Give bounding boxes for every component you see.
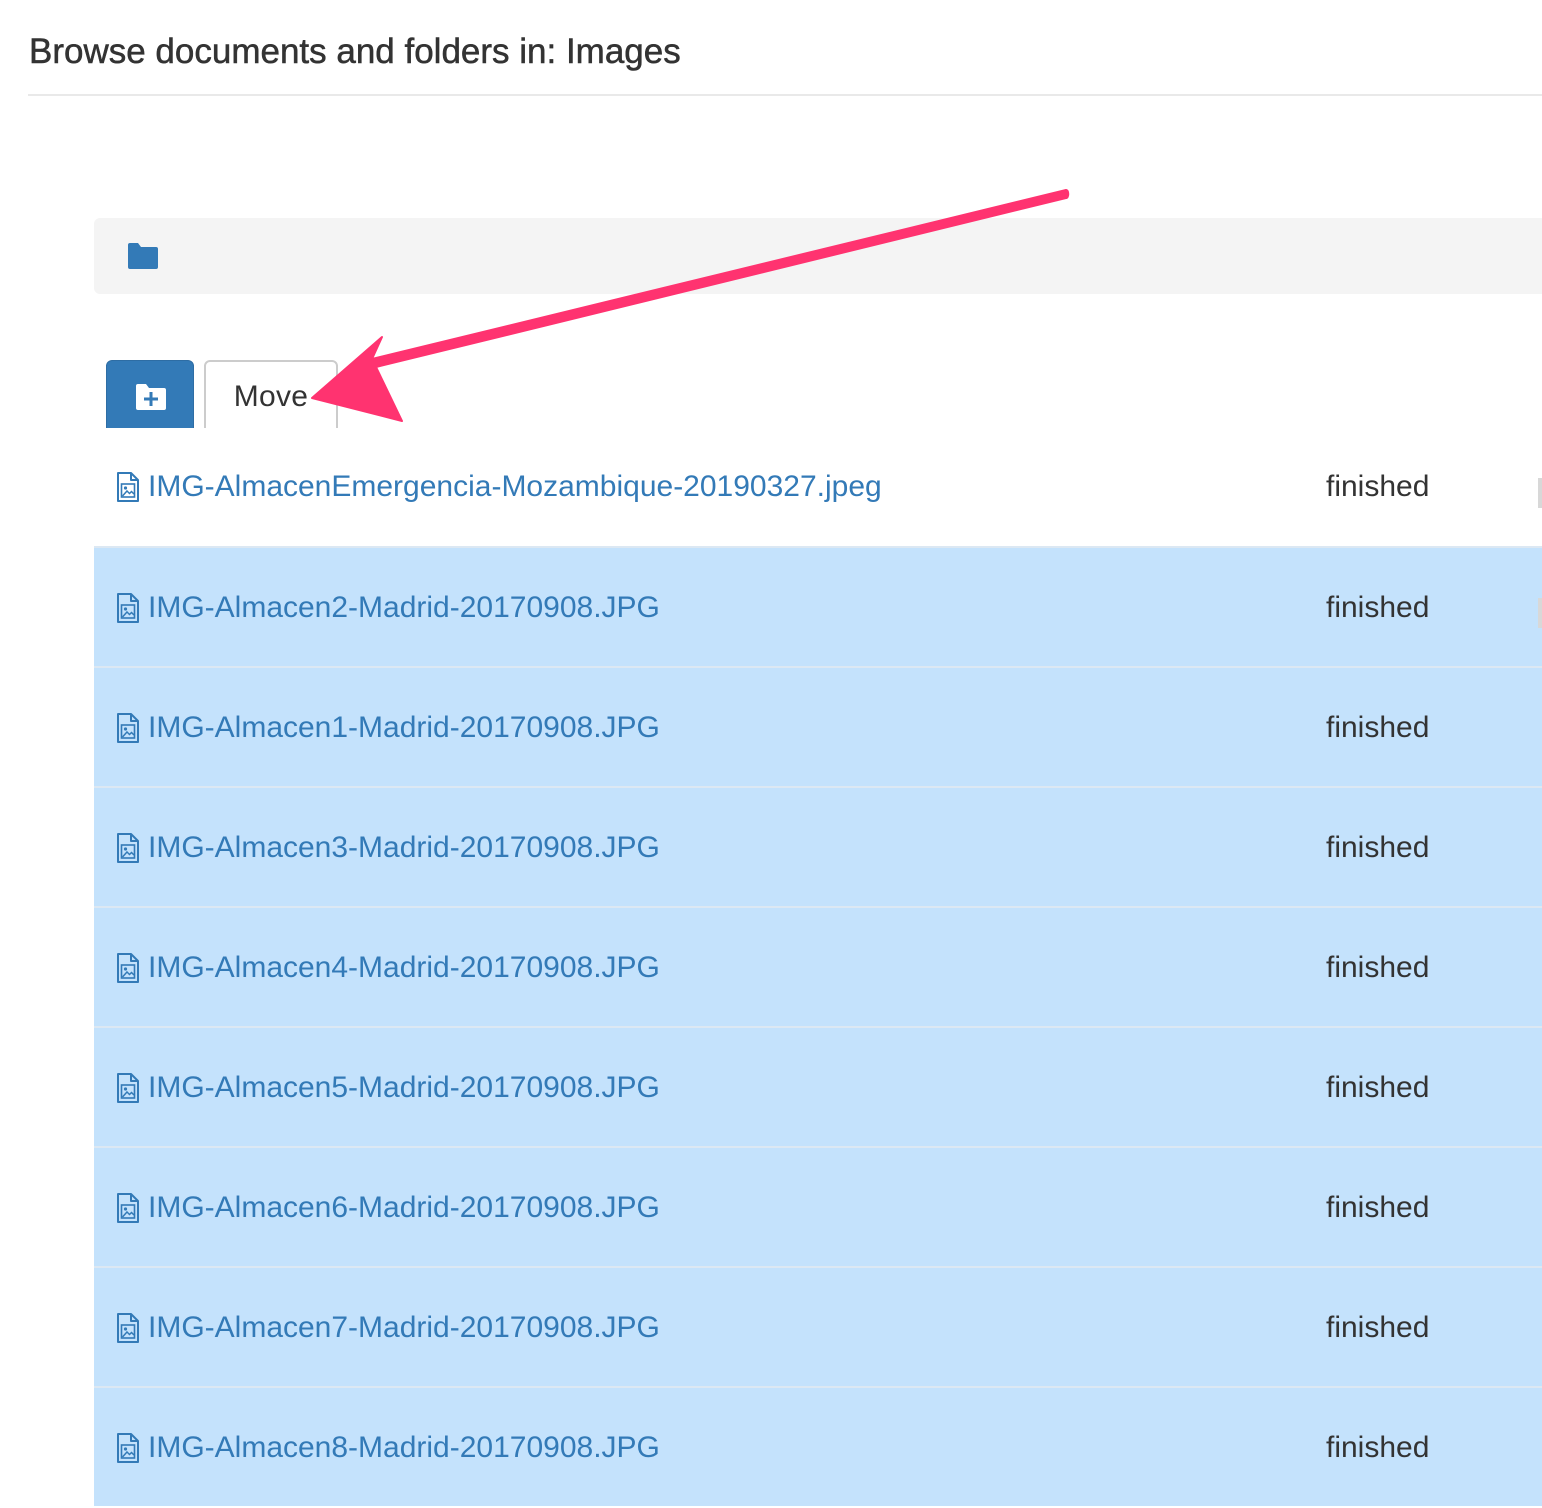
file-status: finished: [1326, 1191, 1430, 1224]
file-name[interactable]: IMG-Almacen4-Madrid-20170908.JPG: [148, 950, 660, 986]
file-status: finished: [1326, 951, 1430, 984]
file-name[interactable]: IMG-Almacen2-Madrid-20170908.JPG: [148, 590, 660, 626]
file-status: finished: [1326, 1071, 1430, 1104]
file-name[interactable]: IMG-Almacen3-Madrid-20170908.JPG: [148, 830, 660, 866]
file-row[interactable]: IMG-Almacen5-Madrid-20170908.JPG finished: [94, 1026, 1542, 1146]
move-button[interactable]: Move: [204, 360, 338, 434]
file-status: finished: [1326, 470, 1430, 503]
file-row[interactable]: IMG-Almacen8-Madrid-20170908.JPG finished: [94, 1386, 1542, 1506]
breadcrumb: [94, 218, 1542, 294]
title-divider: [28, 94, 1542, 96]
file-row[interactable]: IMG-Almacen7-Madrid-20170908.JPG finished: [94, 1266, 1542, 1386]
file-link[interactable]: IMG-Almacen5-Madrid-20170908.JPG: [116, 1070, 660, 1106]
file-link[interactable]: IMG-Almacen8-Madrid-20170908.JPG: [116, 1430, 660, 1466]
folder-icon[interactable]: [126, 242, 160, 270]
file-link[interactable]: IMG-Almacen2-Madrid-20170908.JPG: [116, 590, 660, 626]
file-name[interactable]: IMG-Almacen7-Madrid-20170908.JPG: [148, 1310, 660, 1346]
image-file-icon: [116, 1192, 140, 1224]
file-row[interactable]: IMG-Almacen2-Madrid-20170908.JPG finished: [94, 546, 1542, 666]
image-file-icon: [116, 1432, 140, 1464]
image-file-icon: [116, 712, 140, 744]
folder-plus-icon: [136, 384, 166, 410]
file-name[interactable]: IMG-Almacen8-Madrid-20170908.JPG: [148, 1430, 660, 1466]
file-row[interactable]: IMG-Almacen3-Madrid-20170908.JPG finished: [94, 786, 1542, 906]
file-row[interactable]: IMG-Almacen6-Madrid-20170908.JPG finished: [94, 1146, 1542, 1266]
file-link[interactable]: IMG-Almacen6-Madrid-20170908.JPG: [116, 1190, 660, 1226]
file-name[interactable]: IMG-Almacen5-Madrid-20170908.JPG: [148, 1070, 660, 1106]
image-file-icon: [116, 832, 140, 864]
file-list: IMG-AlmacenEmergencia-Mozambique-2019032…: [94, 428, 1542, 1506]
file-row[interactable]: IMG-Almacen4-Madrid-20170908.JPG finished: [94, 906, 1542, 1026]
file-link[interactable]: IMG-Almacen1-Madrid-20170908.JPG: [116, 710, 660, 746]
image-file-icon: [116, 1072, 140, 1104]
file-link[interactable]: IMG-Almacen3-Madrid-20170908.JPG: [116, 830, 660, 866]
file-status: finished: [1326, 1311, 1430, 1344]
image-file-icon: [116, 592, 140, 624]
file-link[interactable]: IMG-Almacen4-Madrid-20170908.JPG: [116, 950, 660, 986]
row-edge-indicator: [1538, 598, 1542, 628]
file-row[interactable]: IMG-AlmacenEmergencia-Mozambique-2019032…: [94, 428, 1542, 546]
row-edge-indicator: [1538, 478, 1542, 508]
file-status: finished: [1326, 831, 1430, 864]
file-name[interactable]: IMG-AlmacenEmergencia-Mozambique-2019032…: [148, 469, 882, 505]
page-title: Browse documents and folders in: Images: [29, 32, 681, 72]
new-folder-button[interactable]: [106, 360, 194, 434]
file-status: finished: [1326, 591, 1430, 624]
file-name[interactable]: IMG-Almacen1-Madrid-20170908.JPG: [148, 710, 660, 746]
file-status: finished: [1326, 711, 1430, 744]
file-name[interactable]: IMG-Almacen6-Madrid-20170908.JPG: [148, 1190, 660, 1226]
file-link[interactable]: IMG-Almacen7-Madrid-20170908.JPG: [116, 1310, 660, 1346]
image-file-icon: [116, 1312, 140, 1344]
file-row[interactable]: IMG-Almacen1-Madrid-20170908.JPG finished: [94, 666, 1542, 786]
image-file-icon: [116, 952, 140, 984]
file-status: finished: [1326, 1431, 1430, 1464]
file-link[interactable]: IMG-AlmacenEmergencia-Mozambique-2019032…: [116, 469, 882, 505]
image-file-icon: [116, 471, 140, 503]
